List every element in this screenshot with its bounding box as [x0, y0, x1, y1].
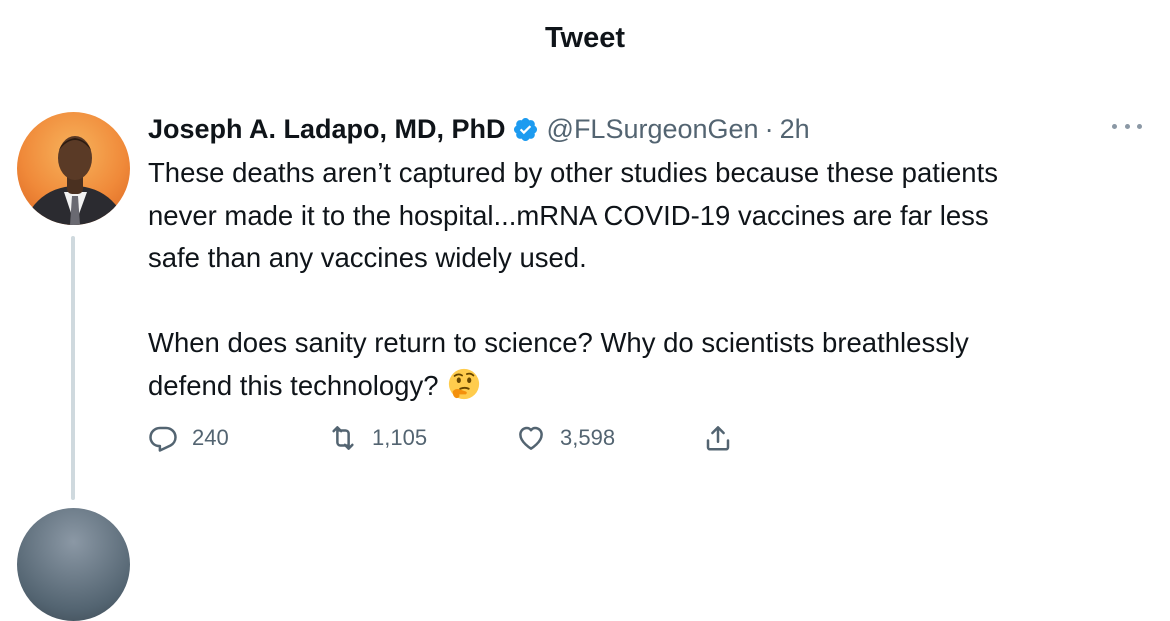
author-handle[interactable]: @FLSurgeonGen — [547, 114, 759, 145]
reply-button[interactable]: 240 — [148, 418, 229, 458]
more-options-icon[interactable] — [1112, 114, 1142, 138]
retweet-icon — [332, 426, 354, 450]
retweet-count: 1,105 — [372, 425, 428, 450]
avatar[interactable] — [17, 508, 130, 621]
thread-line — [71, 236, 75, 500]
heart-icon — [519, 426, 543, 450]
page-title: Tweet — [544, 22, 626, 54]
tweet-paragraph: These deaths aren’t captured by other st… — [148, 157, 998, 273]
timestamp[interactable]: 2h — [780, 114, 810, 145]
author-name[interactable]: Joseph A. Ladapo, MD, PhD — [148, 114, 506, 145]
like-count: 3,598 — [560, 425, 616, 450]
separator-dot: · — [764, 113, 774, 144]
tweet-header: Joseph A. Ladapo, MD, PhD @FLSurgeonGen … — [148, 109, 810, 149]
reply-count: 240 — [192, 425, 229, 450]
like-button[interactable]: 3,598 — [516, 418, 615, 458]
retweet-button[interactable]: 1,105 — [328, 418, 427, 458]
share-icon — [706, 426, 730, 451]
share-button[interactable] — [703, 418, 733, 458]
tweet-text: These deaths aren’t captured by other st… — [148, 152, 1148, 407]
thinking-face-emoji-icon — [447, 367, 481, 401]
tweet-paragraph: When does sanity return to science? Why … — [148, 327, 969, 401]
reply-icon — [149, 426, 177, 452]
verified-badge-icon — [512, 116, 539, 143]
avatar[interactable] — [17, 112, 130, 225]
